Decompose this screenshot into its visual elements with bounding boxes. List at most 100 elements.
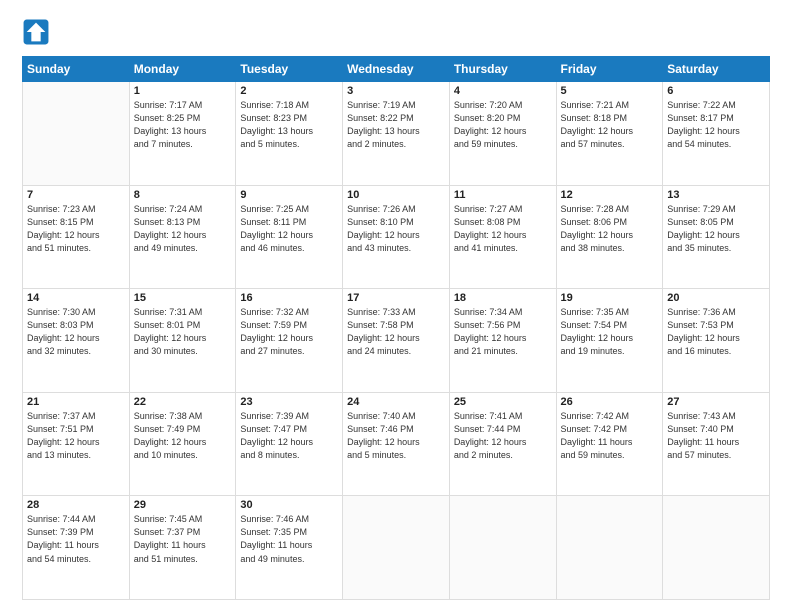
calendar-cell: 12 Sunrise: 7:28 AM Sunset: 8:06 PM Dayli…: [556, 185, 663, 289]
day-number: 7: [27, 189, 125, 201]
day-info: Sunrise: 7:30 AM Sunset: 8:03 PM Dayligh…: [27, 306, 125, 358]
day-number: 12: [561, 189, 659, 201]
day-number: 21: [27, 396, 125, 408]
day-number: 16: [240, 292, 338, 304]
calendar-cell: 6Sunrise: 7:22 AM Sunset: 8:17 PM Daylig…: [663, 82, 770, 186]
calendar-cell: 26 Sunrise: 7:42 AM Sunset: 7:42 PM Dayli…: [556, 392, 663, 496]
calendar-cell: 27 Sunrise: 7:43 AM Sunset: 7:40 PM Dayli…: [663, 392, 770, 496]
day-number: 1: [134, 85, 232, 97]
day-number: 22: [134, 396, 232, 408]
day-info: Sunrise: 7:28 AM Sunset: 8:06 PM Dayligh…: [561, 203, 659, 255]
day-info: Sunrise: 7:29 AM Sunset: 8:05 PM Dayligh…: [667, 203, 765, 255]
calendar-cell: 22 Sunrise: 7:38 AM Sunset: 7:49 PM Dayli…: [129, 392, 236, 496]
day-info: Sunrise: 7:17 AM Sunset: 8:25 PM Dayligh…: [134, 99, 232, 151]
day-info: Sunrise: 7:36 AM Sunset: 7:53 PM Dayligh…: [667, 306, 765, 358]
page: SundayMondayTuesdayWednesdayThursdayFrid…: [0, 0, 792, 612]
day-number: 26: [561, 396, 659, 408]
day-info: Sunrise: 7:19 AM Sunset: 8:22 PM Dayligh…: [347, 99, 445, 151]
calendar-week-row: 7 Sunrise: 7:23 AM Sunset: 8:15 PM Daylig…: [23, 185, 770, 289]
calendar-cell: 16 Sunrise: 7:32 AM Sunset: 7:59 PM Dayli…: [236, 289, 343, 393]
calendar-cell: 14 Sunrise: 7:30 AM Sunset: 8:03 PM Dayli…: [23, 289, 130, 393]
calendar-cell: 23 Sunrise: 7:39 AM Sunset: 7:47 PM Dayli…: [236, 392, 343, 496]
calendar-cell: 3 Sunrise: 7:19 AM Sunset: 8:22 PM Daylig…: [343, 82, 450, 186]
day-number: 11: [454, 189, 552, 201]
day-info: Sunrise: 7:41 AM Sunset: 7:44 PM Dayligh…: [454, 410, 552, 462]
calendar-cell: 9 Sunrise: 7:25 AM Sunset: 8:11 PM Daylig…: [236, 185, 343, 289]
calendar-week-row: 14 Sunrise: 7:30 AM Sunset: 8:03 PM Dayli…: [23, 289, 770, 393]
day-info: Sunrise: 7:42 AM Sunset: 7:42 PM Dayligh…: [561, 410, 659, 462]
day-info: Sunrise: 7:26 AM Sunset: 8:10 PM Dayligh…: [347, 203, 445, 255]
calendar-cell: 8 Sunrise: 7:24 AM Sunset: 8:13 PM Daylig…: [129, 185, 236, 289]
weekday-header-tuesday: Tuesday: [236, 57, 343, 82]
calendar-cell: 20 Sunrise: 7:36 AM Sunset: 7:53 PM Dayli…: [663, 289, 770, 393]
day-number: 28: [27, 499, 125, 511]
day-info: Sunrise: 7:35 AM Sunset: 7:54 PM Dayligh…: [561, 306, 659, 358]
weekday-header-thursday: Thursday: [449, 57, 556, 82]
day-info: Sunrise: 7:38 AM Sunset: 7:49 PM Dayligh…: [134, 410, 232, 462]
calendar-week-row: 21 Sunrise: 7:37 AM Sunset: 7:51 PM Dayli…: [23, 392, 770, 496]
day-info: Sunrise: 7:24 AM Sunset: 8:13 PM Dayligh…: [134, 203, 232, 255]
calendar-cell: 1 Sunrise: 7:17 AM Sunset: 8:25 PM Daylig…: [129, 82, 236, 186]
day-info: Sunrise: 7:43 AM Sunset: 7:40 PM Dayligh…: [667, 410, 765, 462]
weekday-header-wednesday: Wednesday: [343, 57, 450, 82]
calendar-cell: [23, 82, 130, 186]
calendar-cell: 18Sunrise: 7:34 AM Sunset: 7:56 PM Dayli…: [449, 289, 556, 393]
day-info: Sunrise: 7:33 AM Sunset: 7:58 PM Dayligh…: [347, 306, 445, 358]
day-info: Sunrise: 7:25 AM Sunset: 8:11 PM Dayligh…: [240, 203, 338, 255]
day-info: Sunrise: 7:31 AM Sunset: 8:01 PM Dayligh…: [134, 306, 232, 358]
day-number: 24: [347, 396, 445, 408]
calendar-cell: 17 Sunrise: 7:33 AM Sunset: 7:58 PM Dayli…: [343, 289, 450, 393]
day-number: 27: [667, 396, 765, 408]
calendar-cell: 10 Sunrise: 7:26 AM Sunset: 8:10 PM Dayli…: [343, 185, 450, 289]
day-info: Sunrise: 7:40 AM Sunset: 7:46 PM Dayligh…: [347, 410, 445, 462]
day-number: 17: [347, 292, 445, 304]
calendar-cell: [343, 496, 450, 600]
day-number: 14: [27, 292, 125, 304]
calendar-cell: 24 Sunrise: 7:40 AM Sunset: 7:46 PM Dayli…: [343, 392, 450, 496]
calendar-cell: 5Sunrise: 7:21 AM Sunset: 8:18 PM Daylig…: [556, 82, 663, 186]
logo: [22, 18, 54, 46]
calendar-cell: 25 Sunrise: 7:41 AM Sunset: 7:44 PM Dayli…: [449, 392, 556, 496]
calendar-cell: [556, 496, 663, 600]
logo-icon: [22, 18, 50, 46]
weekday-header-sunday: Sunday: [23, 57, 130, 82]
weekday-header-monday: Monday: [129, 57, 236, 82]
day-number: 9: [240, 189, 338, 201]
day-info: Sunrise: 7:23 AM Sunset: 8:15 PM Dayligh…: [27, 203, 125, 255]
calendar-cell: 21 Sunrise: 7:37 AM Sunset: 7:51 PM Dayli…: [23, 392, 130, 496]
calendar-week-row: 28 Sunrise: 7:44 AM Sunset: 7:39 PM Dayli…: [23, 496, 770, 600]
day-number: 25: [454, 396, 552, 408]
calendar-cell: 19 Sunrise: 7:35 AM Sunset: 7:54 PM Dayli…: [556, 289, 663, 393]
day-info: Sunrise: 7:21 AM Sunset: 8:18 PM Dayligh…: [561, 99, 659, 151]
day-number: 4: [454, 85, 552, 97]
calendar-cell: 7 Sunrise: 7:23 AM Sunset: 8:15 PM Daylig…: [23, 185, 130, 289]
calendar-cell: [663, 496, 770, 600]
weekday-header-saturday: Saturday: [663, 57, 770, 82]
day-info: Sunrise: 7:37 AM Sunset: 7:51 PM Dayligh…: [27, 410, 125, 462]
day-number: 19: [561, 292, 659, 304]
day-number: 20: [667, 292, 765, 304]
calendar-cell: 15Sunrise: 7:31 AM Sunset: 8:01 PM Dayli…: [129, 289, 236, 393]
day-info: Sunrise: 7:32 AM Sunset: 7:59 PM Dayligh…: [240, 306, 338, 358]
day-info: Sunrise: 7:39 AM Sunset: 7:47 PM Dayligh…: [240, 410, 338, 462]
calendar-week-row: 1 Sunrise: 7:17 AM Sunset: 8:25 PM Daylig…: [23, 82, 770, 186]
day-number: 29: [134, 499, 232, 511]
day-number: 10: [347, 189, 445, 201]
day-number: 3: [347, 85, 445, 97]
day-info: Sunrise: 7:46 AM Sunset: 7:35 PM Dayligh…: [240, 513, 338, 565]
day-info: Sunrise: 7:27 AM Sunset: 8:08 PM Dayligh…: [454, 203, 552, 255]
calendar-cell: [449, 496, 556, 600]
day-number: 18: [454, 292, 552, 304]
day-number: 6: [667, 85, 765, 97]
day-info: Sunrise: 7:45 AM Sunset: 7:37 PM Dayligh…: [134, 513, 232, 565]
day-info: Sunrise: 7:20 AM Sunset: 8:20 PM Dayligh…: [454, 99, 552, 151]
day-number: 8: [134, 189, 232, 201]
day-info: Sunrise: 7:44 AM Sunset: 7:39 PM Dayligh…: [27, 513, 125, 565]
day-number: 2: [240, 85, 338, 97]
calendar-cell: 11 Sunrise: 7:27 AM Sunset: 8:08 PM Dayli…: [449, 185, 556, 289]
calendar-cell: 30 Sunrise: 7:46 AM Sunset: 7:35 PM Dayli…: [236, 496, 343, 600]
calendar-cell: 29 Sunrise: 7:45 AM Sunset: 7:37 PM Dayli…: [129, 496, 236, 600]
day-number: 23: [240, 396, 338, 408]
calendar-table: SundayMondayTuesdayWednesdayThursdayFrid…: [22, 56, 770, 600]
day-number: 30: [240, 499, 338, 511]
